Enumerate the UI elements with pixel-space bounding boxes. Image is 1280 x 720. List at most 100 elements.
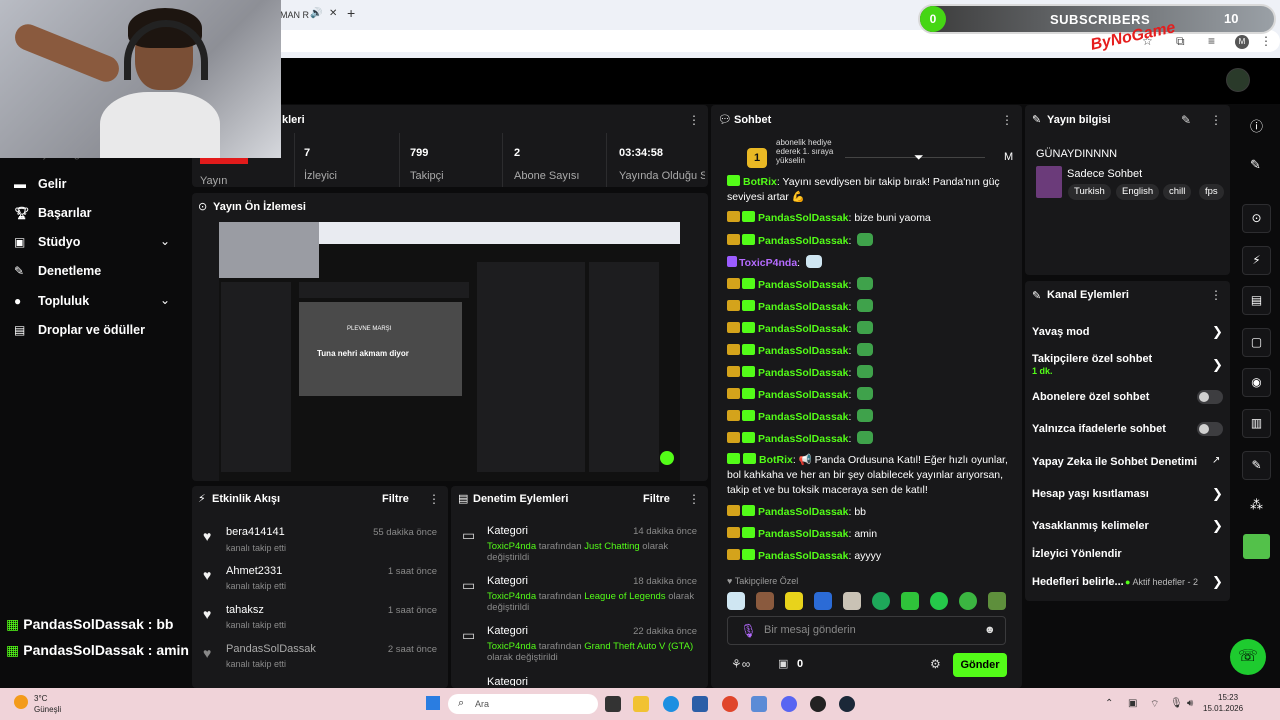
chat-users-icon[interactable]: ⚘∞ xyxy=(731,657,750,671)
stream-category[interactable]: Sadece Sohbet xyxy=(1067,168,1142,180)
broadcast-toggle-button[interactable]: ◉ xyxy=(1242,368,1271,397)
chevron-right-icon[interactable]: ❯ xyxy=(1212,357,1223,373)
chat-toggle-button[interactable]: ▢ xyxy=(1242,328,1271,357)
emote-chat-icon[interactable] xyxy=(930,592,948,610)
sidebar-item-moderation[interactable]: ✎ Denetleme xyxy=(14,264,101,278)
activity-user[interactable]: PandasSolDassak xyxy=(226,643,316,655)
edit-icon[interactable]: ✎ xyxy=(1250,157,1261,173)
windows-start-icon[interactable] xyxy=(426,696,440,710)
chat-settings-gear-icon[interactable]: ⚙ xyxy=(930,657,941,671)
weather-sun-icon[interactable] xyxy=(14,695,28,709)
activity-user[interactable]: bera414141 xyxy=(226,526,285,538)
more-options-icon[interactable]: ⋮ xyxy=(688,113,700,127)
sidebar-item-achievements[interactable]: 🏆︎ Başarılar xyxy=(14,206,92,220)
clock-date[interactable]: 15.01.2026 xyxy=(1203,704,1243,713)
new-tab-button[interactable]: + xyxy=(347,5,355,21)
more-options-icon[interactable]: ⋮ xyxy=(688,492,700,506)
more-options-icon[interactable]: ⋮ xyxy=(1210,113,1222,127)
emote-frog-icon[interactable] xyxy=(814,592,832,610)
emote-face-icon[interactable] xyxy=(756,592,774,610)
action-emotes-only[interactable]: Yalnızca ifadelerle sohbet xyxy=(1032,423,1166,435)
pinned-expand-icon[interactable]: ⏷ xyxy=(914,150,924,165)
emote-box-icon[interactable] xyxy=(843,592,861,610)
help-chat-icon[interactable]: ☏ xyxy=(1230,639,1266,675)
emotes-only-toggle[interactable] xyxy=(1197,422,1223,436)
emote-ghost-icon[interactable] xyxy=(727,592,745,610)
tag-chip[interactable]: fps xyxy=(1199,184,1224,200)
external-link-icon[interactable]: ↗ xyxy=(1212,455,1220,466)
more-options-icon[interactable]: ⋮ xyxy=(428,492,440,506)
network-icon[interactable]: ⌔ xyxy=(1150,698,1159,711)
action-slow-mode[interactable]: Yavaş mod xyxy=(1032,326,1089,338)
preview-toggle-button[interactable]: ⊙ xyxy=(1242,204,1271,233)
store-icon[interactable] xyxy=(692,696,708,712)
chevron-down-icon[interactable]: ⌄ xyxy=(160,293,170,307)
volume-icon[interactable]: 🔊︎ xyxy=(1187,698,1193,709)
tools-toggle-button[interactable]: ✎ xyxy=(1242,451,1271,480)
file-explorer-icon[interactable] xyxy=(633,696,649,712)
emote-ball-icon[interactable] xyxy=(959,592,977,610)
mic-tray-icon[interactable]: 🎙︎ xyxy=(1170,698,1183,709)
weather-condition[interactable]: Güneşli xyxy=(34,705,61,714)
emote-banana-icon[interactable] xyxy=(785,592,803,610)
action-followers-only[interactable]: Takipçilere özel sohbet xyxy=(1032,353,1152,365)
tag-chip[interactable]: English xyxy=(1116,184,1160,200)
tab-close-icon[interactable]: ✕ xyxy=(329,8,337,19)
action-set-goals[interactable]: Hedefleri belirle... xyxy=(1032,576,1124,588)
discord-icon[interactable] xyxy=(781,696,797,712)
sidebar-item-studio[interactable]: ▣ Stüdyo xyxy=(14,235,80,249)
taskbar-search[interactable] xyxy=(448,694,598,714)
action-banned-words[interactable]: Yasaklanmış kelimeler xyxy=(1032,520,1149,532)
more-options-icon[interactable]: ⋮ xyxy=(1210,288,1222,302)
tray-app-icon[interactable]: ▣ xyxy=(1128,698,1137,709)
action-ai-moderation[interactable]: Yapay Zeka ile Sohbet Denetimi xyxy=(1032,456,1197,468)
tag-chip[interactable]: chill xyxy=(1163,184,1192,200)
storage-toggle-button[interactable]: ▥ xyxy=(1242,409,1271,438)
info-icon[interactable]: ⓘ xyxy=(1250,116,1263,135)
app-shortcut-icon[interactable] xyxy=(1243,534,1270,559)
emote-frog2-icon[interactable] xyxy=(988,592,1006,610)
action-account-age[interactable]: Hesap yaşı kısıtlaması xyxy=(1032,488,1149,500)
action-subscribers-only[interactable]: Abonelere özel sohbet xyxy=(1032,391,1149,403)
weather-temperature[interactable]: 3°C xyxy=(34,694,47,703)
sidebar-item-drops[interactable]: ▤ Droplar ve ödüller xyxy=(14,323,145,337)
task-view-icon[interactable] xyxy=(605,696,621,712)
tray-chevron-icon[interactable]: ⌃ xyxy=(1105,698,1113,709)
chevron-right-icon[interactable]: ❯ xyxy=(1212,518,1223,534)
moderation-filter-button[interactable]: Filtre xyxy=(643,493,670,505)
profile-icon[interactable]: M xyxy=(1235,35,1249,49)
tab-audio-icon[interactable]: 🔊 xyxy=(310,8,322,19)
subscribers-only-toggle[interactable] xyxy=(1197,390,1223,404)
moderation-toggle-button[interactable]: ▤ xyxy=(1242,286,1271,315)
obs-icon[interactable] xyxy=(810,696,826,712)
clock-time[interactable]: 15:23 xyxy=(1218,693,1238,702)
browser-menu-icon[interactable]: ⋮ xyxy=(1260,34,1272,48)
chevron-right-icon[interactable]: ❯ xyxy=(1212,574,1223,590)
reading-list-icon[interactable]: ≡ xyxy=(1208,34,1215,48)
action-raid[interactable]: İzleyici Yönlendir xyxy=(1032,548,1122,560)
emote-slime-icon[interactable] xyxy=(901,592,919,610)
activity-user[interactable]: tahaksz xyxy=(226,604,264,616)
activity-user[interactable]: Ahmet2331 xyxy=(226,565,282,577)
connections-icon[interactable]: ⁂ xyxy=(1250,497,1263,513)
more-options-icon[interactable]: ⋮ xyxy=(1001,113,1013,127)
mic-icon[interactable]: 🎙︎ xyxy=(740,623,757,639)
stream-preview-video[interactable]: PLEVNE MARŞI Tuna nehri akmam diyor xyxy=(219,222,680,481)
extensions-icon[interactable]: ⧉ xyxy=(1176,34,1185,49)
sidebar-item-revenue[interactable]: ▬ Gelir xyxy=(14,177,67,191)
activity-toggle-button[interactable]: ⚡ xyxy=(1242,246,1271,275)
activity-filter-button[interactable]: Filtre xyxy=(382,493,409,505)
user-avatar[interactable] xyxy=(1226,68,1250,92)
send-button[interactable]: Gönder xyxy=(953,653,1007,677)
sidebar-item-community[interactable]: ● Topluluk xyxy=(14,294,89,308)
category-thumbnail[interactable] xyxy=(1036,166,1062,198)
emote-globe-icon[interactable] xyxy=(872,592,890,610)
chevron-down-icon[interactable]: ⌄ xyxy=(160,234,170,248)
chrome-icon[interactable] xyxy=(722,696,738,712)
emoji-picker-icon[interactable]: ☻ xyxy=(984,624,996,636)
edit-pencil-icon[interactable]: ✎ xyxy=(1181,113,1191,127)
steam-icon[interactable] xyxy=(839,696,855,712)
chevron-right-icon[interactable]: ❯ xyxy=(1212,486,1223,502)
tag-chip[interactable]: Turkish xyxy=(1068,184,1111,200)
gift-box-icon[interactable]: ▣ xyxy=(778,657,788,670)
